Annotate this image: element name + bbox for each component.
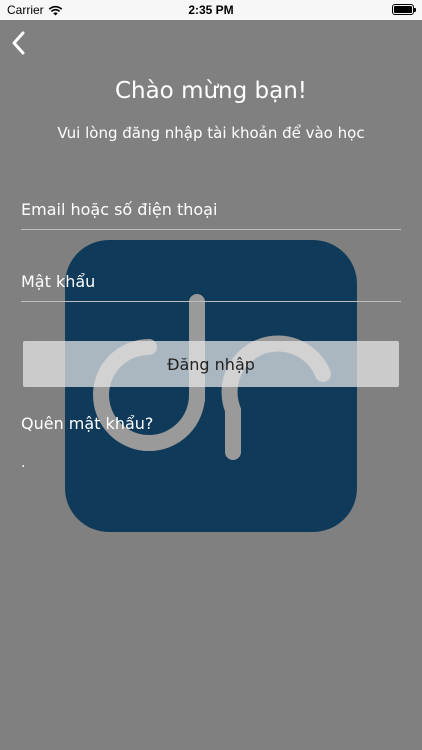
chevron-left-icon xyxy=(12,31,25,55)
footer-text: . xyxy=(21,455,26,471)
login-button[interactable]: Đăng nhập xyxy=(23,341,399,387)
email-field-container xyxy=(21,190,401,230)
status-time: 2:35 PM xyxy=(188,3,234,17)
battery-icon xyxy=(392,4,416,15)
password-input[interactable] xyxy=(21,262,401,301)
email-input[interactable] xyxy=(21,190,401,229)
back-button[interactable] xyxy=(8,30,32,56)
password-field-container xyxy=(21,262,401,302)
status-right xyxy=(392,4,416,15)
forgot-password-link[interactable]: Quên mật khẩu? xyxy=(21,414,153,433)
status-bar: Carrier 2:35 PM xyxy=(0,0,422,20)
page-subtitle: Vui lòng đăng nhập tài khoản để vào học xyxy=(57,124,365,142)
page-title: Chào mừng bạn! xyxy=(114,78,308,104)
